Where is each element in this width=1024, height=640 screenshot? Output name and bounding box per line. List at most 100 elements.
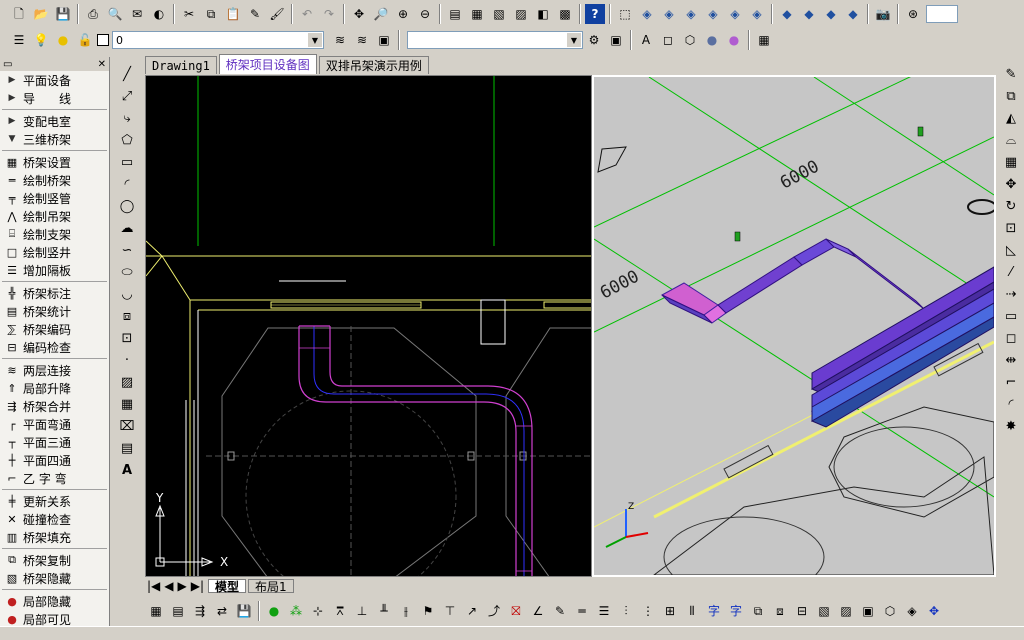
save-icon[interactable]: 💾: [53, 4, 73, 24]
tool-connect-icon[interactable]: ↗: [462, 601, 482, 621]
sheet-set-icon[interactable]: ▨: [511, 4, 531, 24]
print-icon[interactable]: ⎙: [83, 4, 103, 24]
nav-prev-icon[interactable]: ◀: [162, 579, 175, 593]
tool-split-icon[interactable]: ⫲: [396, 601, 416, 621]
palette-item[interactable]: ⌸ 绘制支架: [0, 225, 109, 243]
stretch-icon[interactable]: ◺: [1000, 239, 1022, 261]
plan-viewport[interactable]: Y X: [145, 75, 592, 577]
help-icon[interactable]: ?: [585, 4, 605, 24]
view-back-icon[interactable]: ◈: [747, 4, 767, 24]
palette-item[interactable]: ● 局部隐藏: [0, 592, 109, 610]
design-center-icon[interactable]: ▦: [467, 4, 487, 24]
insert-block-icon[interactable]: ⧈: [116, 305, 138, 327]
sphere-icon[interactable]: ●: [702, 30, 722, 50]
scale-icon[interactable]: ⊡: [1000, 217, 1022, 239]
globe-icon[interactable]: ◐: [149, 4, 169, 24]
rotate-icon[interactable]: ↻: [1000, 195, 1022, 217]
render-sphere-icon[interactable]: ●: [724, 30, 744, 50]
mirror-icon[interactable]: ◭: [1000, 107, 1022, 129]
match-icon[interactable]: ✎: [245, 4, 265, 24]
tool-link-icon[interactable]: ⤴: [484, 601, 504, 621]
palette-item[interactable]: ✕ 碰撞检查: [0, 510, 109, 528]
tool-list-icon[interactable]: ⋮: [638, 601, 658, 621]
tool-mark-icon[interactable]: ⩞: [330, 601, 350, 621]
view-combo[interactable]: [926, 5, 958, 23]
palette-item[interactable]: ▧ 桥架隐藏: [0, 569, 109, 587]
redo-icon[interactable]: ↷: [319, 4, 339, 24]
tool-node-icon[interactable]: ⊹: [308, 601, 328, 621]
tool-double-level-icon[interactable]: ╨: [374, 601, 394, 621]
tool-stack-icon[interactable]: ☰: [594, 601, 614, 621]
palette-item[interactable]: ╬ 桥架标注: [0, 284, 109, 302]
tool-pipe-icon[interactable]: ⊤: [440, 601, 460, 621]
3d-viewport[interactable]: 6000 6000 Z: [592, 75, 996, 577]
tool-block-icon[interactable]: ⧉: [748, 601, 768, 621]
palette-item[interactable]: ▤ 桥架统计: [0, 302, 109, 320]
tool-circle-icon[interactable]: ●: [264, 601, 284, 621]
tool-tower-icon[interactable]: ⚑: [418, 601, 438, 621]
tool-frame-icon[interactable]: ▣: [858, 601, 878, 621]
polygon-icon[interactable]: ⬠: [116, 129, 138, 151]
palette-category[interactable]: ▶ 变配电室: [0, 112, 109, 130]
publish-icon[interactable]: ✉: [127, 4, 147, 24]
ucs-icon[interactable]: ⬚: [615, 4, 635, 24]
break-at-point-icon[interactable]: ▭: [1000, 305, 1022, 327]
tool-save-icon[interactable]: 💾: [234, 601, 254, 621]
palette-item[interactable]: ⋀ 绘制吊架: [0, 207, 109, 225]
erase-icon[interactable]: ✎: [1000, 63, 1022, 85]
palette-item[interactable]: ⌐ 乙 字 弯: [0, 469, 109, 487]
copy-object-icon[interactable]: ⧉: [1000, 85, 1022, 107]
camera-icon[interactable]: 📷: [873, 4, 893, 24]
new-icon[interactable]: 🗋: [9, 4, 29, 24]
palette-item[interactable]: ⇶ 桥架合并: [0, 397, 109, 415]
zoom-realtime-icon[interactable]: 🔎: [371, 4, 391, 24]
style-manager-icon[interactable]: ▣: [606, 30, 626, 50]
chevron-down-icon[interactable]: ▼: [308, 33, 322, 47]
line-icon[interactable]: ╱: [116, 63, 138, 85]
make-current-layer-icon[interactable]: ≋: [330, 30, 350, 50]
point-icon[interactable]: ·: [116, 349, 138, 371]
tool-nav-icon[interactable]: ✥: [924, 601, 944, 621]
text-style-icon[interactable]: A: [636, 30, 656, 50]
multiline-text-icon[interactable]: A: [116, 459, 138, 481]
tool-settings-icon[interactable]: ▦: [146, 601, 166, 621]
tool-level-icon[interactable]: ⊥: [352, 601, 372, 621]
palette-item[interactable]: ⅀ 桥架编码: [0, 320, 109, 338]
tool-stats-icon[interactable]: ▤: [168, 601, 188, 621]
gradient-icon[interactable]: ▦: [116, 393, 138, 415]
rectangle-icon[interactable]: ▭: [116, 151, 138, 173]
tool-angle-icon[interactable]: ∠: [528, 601, 548, 621]
region-icon[interactable]: ⌧: [116, 415, 138, 437]
nav-last-icon[interactable]: ▶|: [189, 579, 206, 593]
tool-hatch-icon[interactable]: ▨: [836, 601, 856, 621]
tool-vlist-icon[interactable]: ⫴: [682, 601, 702, 621]
tool-equal-icon[interactable]: ═: [572, 601, 592, 621]
style-settings-icon[interactable]: ⚙: [584, 30, 604, 50]
cube-icon[interactable]: ⬡: [680, 30, 700, 50]
view-left-icon[interactable]: ◈: [681, 4, 701, 24]
construction-line-icon[interactable]: ⤢: [116, 85, 138, 107]
orbit-icon[interactable]: ⊛: [903, 4, 923, 24]
sun-icon[interactable]: ●: [53, 30, 73, 50]
tool-bar-icon[interactable]: ⫶: [616, 601, 636, 621]
style-combo[interactable]: ▼: [407, 31, 583, 49]
join-icon[interactable]: ⇹: [1000, 349, 1022, 371]
box-icon[interactable]: ◻: [658, 30, 678, 50]
palette-category[interactable]: ▶ 平面设备: [0, 71, 109, 89]
markup-icon[interactable]: ◧: [533, 4, 553, 24]
undo-icon[interactable]: ↶: [297, 4, 317, 24]
document-tab[interactable]: 双排吊架演示用例: [318, 56, 429, 74]
cut-icon[interactable]: ✂: [179, 4, 199, 24]
palette-category[interactable]: ▼ 三维桥架: [0, 130, 109, 148]
copy-icon[interactable]: ⧉: [201, 4, 221, 24]
palette-item[interactable]: ⊟ 编码检查: [0, 338, 109, 356]
palette-item[interactable]: ⧉ 桥架复制: [0, 551, 109, 569]
palette-item[interactable]: ≋ 两层连接: [0, 361, 109, 379]
ellipse-arc-icon[interactable]: ◡: [116, 283, 138, 305]
polyline-icon[interactable]: ⤷: [116, 107, 138, 129]
palette-item[interactable]: ═ 绘制桥架: [0, 171, 109, 189]
move-icon[interactable]: ✥: [1000, 173, 1022, 195]
layer-manager-icon[interactable]: ☰: [9, 30, 29, 50]
view-front-icon[interactable]: ◈: [725, 4, 745, 24]
tool-align-icon[interactable]: ⊟: [792, 601, 812, 621]
